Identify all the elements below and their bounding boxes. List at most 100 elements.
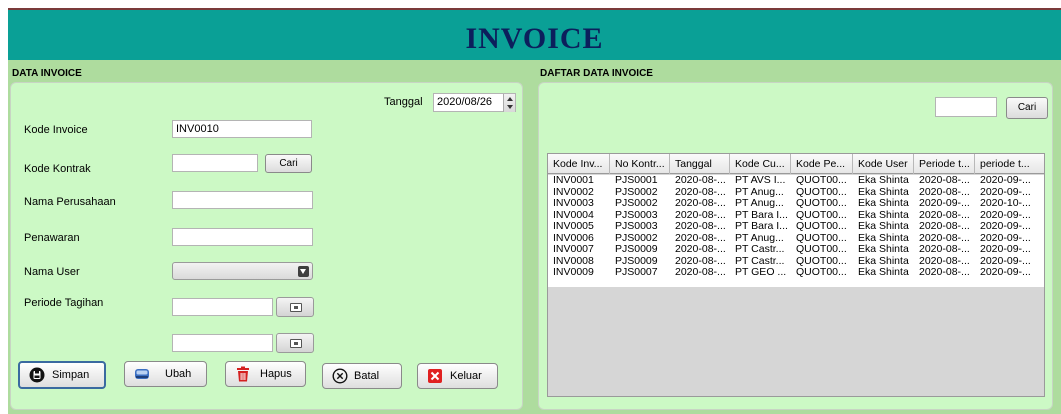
table-cell: QUOT00... [796,209,847,221]
table-cell: INV0001 [553,175,594,186]
table-cell: PJS0002 [615,198,658,209]
table-cell: PT GEO ... [735,267,787,278]
table-cell: 2020-08-... [675,255,726,267]
table-cell: PT Castr... [735,255,785,267]
cari-search-button[interactable]: Cari [1006,97,1048,119]
batal-button[interactable]: Batal [322,363,402,389]
table-cell: PT Anug... [735,186,784,198]
table-cell: INV0005 [553,221,594,232]
table-cell: QUOT00... [796,186,847,198]
table-cell: 2020-08-... [919,175,970,186]
table-cell: INV0008 [553,255,594,267]
table-row[interactable]: INV0005 PJS0003 2020-08-... PT Bara I...… [548,221,1044,233]
periode-end-field[interactable] [172,334,273,352]
save-disk-icon [29,367,45,383]
table-cell: 2020-08-... [675,267,726,278]
nama-perusahaan-field[interactable] [172,191,313,209]
table-cell: 2020-09-... [980,186,1031,198]
exit-x-icon [428,369,442,383]
table-cell: 2020-09-... [980,232,1031,244]
column-header[interactable]: Kode User [853,154,914,174]
periode-start-date-button[interactable] [276,297,314,317]
table-row[interactable]: INV0001 PJS0001 2020-08-... PT AVS I... … [548,175,1044,187]
cari-kontrak-button[interactable]: Cari [265,154,312,173]
simpan-button[interactable]: Simpan [18,361,106,389]
spinner-down-icon[interactable] [507,105,513,109]
periode-tagihan-label: Periode Tagihan [24,297,104,309]
table-cell: Eka Shinta [858,244,909,255]
date-spinner[interactable] [503,94,515,112]
nama-perusahaan-label: Nama Perusahaan [24,196,116,208]
simpan-label: Simpan [52,369,90,381]
ubah-button[interactable]: Ubah [124,361,207,387]
table-cell: PJS0009 [615,255,658,267]
table-cell: INV0004 [553,209,594,221]
penawaran-label: Penawaran [24,232,80,244]
table-row[interactable]: INV0004 PJS0003 2020-08-... PT Bara I...… [548,210,1044,222]
table-body: INV0001 PJS0001 2020-08-... PT AVS I... … [548,175,1044,287]
invoice-table[interactable]: Kode Inv... No Kontr... Tanggal Kode Cu.… [547,153,1045,397]
table-cell: QUOT00... [796,198,847,209]
table-cell: QUOT00... [796,221,847,232]
table-cell: Eka Shinta [858,221,909,232]
table-row[interactable]: INV0007 PJS0009 2020-08-... PT Castr... … [548,244,1044,256]
table-cell: PT Bara I... [735,209,788,221]
tanggal-label: Tanggal [384,96,423,108]
table-row[interactable]: INV0008 PJS0009 2020-08-... PT Castr... … [548,256,1044,268]
table-cell: INV0007 [553,244,594,255]
column-header[interactable]: periode t... [975,154,1044,174]
table-row[interactable]: INV0009 PJS0007 2020-08-... PT GEO ... Q… [548,267,1044,279]
table-cell: 2020-08-... [919,267,970,278]
table-cell: 2020-09-... [980,255,1031,267]
table-cell: 2020-08-... [675,221,726,232]
keluar-button[interactable]: Keluar [417,363,498,389]
table-cell: QUOT00... [796,232,847,244]
batal-label: Batal [354,370,380,382]
kode-kontrak-label: Kode Kontrak [24,163,91,175]
chevron-down-icon[interactable] [298,266,309,277]
kode-kontrak-field[interactable] [172,154,258,172]
table-cell: 2020-09-... [980,244,1031,255]
column-header[interactable]: Kode Inv... [548,154,610,174]
table-cell: 2020-09-... [980,267,1031,278]
table-cell: Eka Shinta [858,209,909,221]
column-header[interactable]: No Kontr... [610,154,670,174]
table-cell: Eka Shinta [858,267,909,278]
penawaran-field[interactable] [172,228,313,246]
app-header: INVOICE [8,8,1061,60]
nama-user-select[interactable] [172,262,313,280]
column-header[interactable]: Kode Cu... [730,154,791,174]
column-header[interactable]: Periode t... [914,154,975,174]
table-cell: 2020-09-... [980,175,1031,186]
calendar-icon [290,303,302,312]
table-cell: PT Anug... [735,198,784,209]
periode-end-date-button[interactable] [276,333,314,353]
periode-start-field[interactable] [172,298,273,316]
table-cell: PJS0009 [615,244,658,255]
table-cell: Eka Shinta [858,232,909,244]
spinner-up-icon[interactable] [507,97,513,101]
table-cell: INV0006 [553,232,594,244]
hapus-label: Hapus [260,368,292,380]
table-cell: PJS0001 [615,175,658,186]
hapus-button[interactable]: Hapus [225,361,306,387]
table-cell: PJS0003 [615,221,658,232]
search-input[interactable] [935,97,997,117]
table-cell: PT Castr... [735,244,785,255]
column-header[interactable]: Tanggal [670,154,730,174]
table-cell: 2020-08-... [675,244,726,255]
table-cell: 2020-08-... [919,221,970,232]
tanggal-date-field[interactable]: 2020/08/26 [433,93,516,112]
table-cell: PJS0002 [615,186,658,198]
table-cell: 2020-09-... [980,209,1031,221]
table-row[interactable]: INV0002 PJS0002 2020-08-... PT Anug... Q… [548,187,1044,199]
keluar-label: Keluar [450,370,482,382]
kode-invoice-field[interactable]: INV0010 [172,120,312,138]
column-header[interactable]: Kode Pe... [791,154,853,174]
table-cell: Eka Shinta [858,198,909,209]
table-row[interactable]: INV0003 PJS0002 2020-08-... PT Anug... Q… [548,198,1044,210]
table-row[interactable]: INV0006 PJS0002 2020-08-... PT Anug... Q… [548,233,1044,245]
table-cell: QUOT00... [796,244,847,255]
table-cell: 2020-08-... [675,175,726,186]
calendar-icon [290,339,302,348]
